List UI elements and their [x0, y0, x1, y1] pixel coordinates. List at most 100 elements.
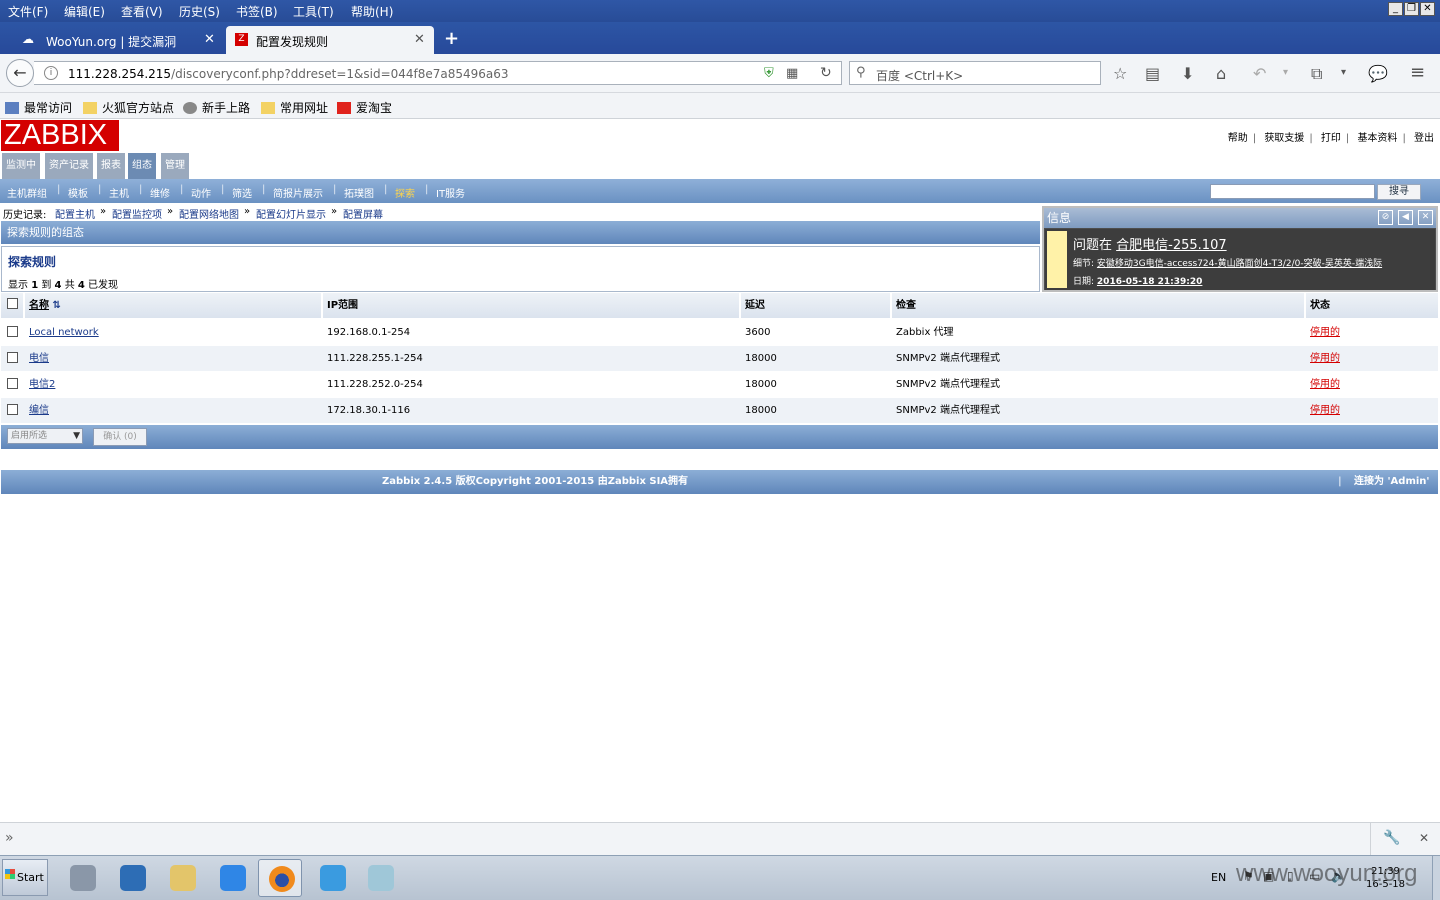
problem-host-link[interactable]: 合肥电信-255.107 — [1116, 238, 1226, 253]
submenu-hosts[interactable]: 主机 — [109, 185, 129, 200]
tab-discovery[interactable]: Z 配置发现规则 ✕ — [226, 26, 434, 54]
history-item[interactable]: 配置网络地图 — [179, 206, 239, 221]
submenu-host-groups[interactable]: 主机群组 — [7, 185, 47, 200]
problem-detail-link[interactable]: 安徽移动3G电信-access724-黄山路面创4-T3/2/0-突破-吴英英-… — [1097, 259, 1382, 269]
taskbar-app[interactable] — [210, 859, 254, 897]
close-tab-icon[interactable]: ✕ — [204, 32, 215, 47]
rule-name-link[interactable]: 电信2 — [29, 379, 55, 390]
new-tab-icon[interactable]: + — [444, 28, 459, 49]
address-bar[interactable]: i 111.228.254.215/discoveryconf.php?ddre… — [34, 61, 842, 85]
row-checkbox[interactable] — [7, 378, 18, 389]
taskbar-explorer[interactable] — [160, 859, 204, 897]
column-name[interactable]: 名称 ⇅ — [25, 293, 323, 318]
rule-name-link[interactable]: 编信 — [29, 405, 49, 416]
zabbix-search-input[interactable] — [1210, 184, 1375, 199]
zabbix-logo[interactable]: ZABBIX — [1, 120, 119, 151]
logout-link[interactable]: 登出 — [1414, 133, 1434, 144]
submenu-maintenance[interactable]: 维修 — [150, 185, 170, 200]
restore-button[interactable]: ❐ — [1404, 2, 1419, 16]
confirm-button[interactable]: 确认 (0) — [93, 428, 147, 446]
close-window-button[interactable]: ✕ — [1420, 2, 1435, 16]
status-link[interactable]: 停用的 — [1310, 353, 1340, 364]
crop-dropdown-icon[interactable]: ▾ — [1341, 67, 1346, 78]
close-icon[interactable]: ✕ — [1419, 831, 1429, 845]
undo-icon[interactable]: ↶ — [1253, 64, 1266, 83]
start-button[interactable]: Start — [2, 859, 48, 896]
zabbix-search-button[interactable]: 搜寻 — [1377, 184, 1421, 200]
row-checkbox[interactable] — [7, 404, 18, 415]
help-link[interactable]: 帮助 — [1228, 133, 1248, 144]
language-indicator[interactable]: EN — [1211, 871, 1226, 884]
row-checkbox[interactable] — [7, 352, 18, 363]
crop-icon[interactable]: ⧉ — [1311, 64, 1322, 84]
menu-hamburger-icon[interactable]: ≡ — [1410, 62, 1425, 83]
search-input[interactable]: ⚲ 百度 <Ctrl+K> — [849, 61, 1101, 85]
reload-icon[interactable]: ↻ — [820, 65, 832, 81]
submenu-templates[interactable]: 模板 — [68, 185, 88, 200]
tab-inventory[interactable]: 资产记录 — [45, 153, 93, 179]
history-item[interactable]: 配置主机 — [55, 206, 95, 221]
undo-dropdown-icon[interactable]: ▾ — [1283, 67, 1288, 78]
menu-view[interactable]: 查看(V) — [121, 3, 163, 20]
bookmark-getting-started[interactable]: 新手上路 — [183, 99, 250, 116]
menu-help[interactable]: 帮助(H) — [351, 3, 393, 20]
history-item[interactable]: 配置监控项 — [112, 206, 162, 221]
bookmark-most-visited[interactable]: 最常访问 — [5, 99, 72, 116]
qrcode-icon[interactable]: ▦ — [786, 66, 798, 81]
taskbar-wps[interactable] — [310, 859, 354, 897]
snooze-icon[interactable]: ⊘ — [1378, 210, 1393, 225]
bookmark-star-icon[interactable]: ☆ — [1113, 64, 1127, 83]
taskbar-powershell[interactable] — [110, 859, 154, 897]
tab-monitoring[interactable]: 监测中 — [2, 153, 40, 179]
submenu-filters[interactable]: 筛选 — [232, 185, 252, 200]
wrench-icon[interactable]: 🔧 — [1383, 830, 1400, 846]
status-link[interactable]: 停用的 — [1310, 405, 1340, 416]
tab-configuration[interactable]: 组态 — [128, 153, 156, 179]
menu-tools[interactable]: 工具(T) — [293, 3, 334, 20]
profile-link[interactable]: 基本资料 — [1357, 133, 1397, 144]
print-link[interactable]: 打印 — [1321, 133, 1341, 144]
shield-icon[interactable]: ⛨ — [764, 66, 774, 81]
problem-date-link[interactable]: 2016-05-18 21:39:20 — [1097, 277, 1202, 287]
status-link[interactable]: 停用的 — [1310, 327, 1340, 338]
back-button[interactable]: ← — [6, 59, 34, 87]
show-desktop-button[interactable] — [1432, 856, 1440, 900]
submenu-slides[interactable]: 简报片展示 — [273, 185, 323, 200]
history-item[interactable]: 配置幻灯片显示 — [256, 206, 326, 221]
submenu-actions[interactable]: 动作 — [191, 185, 211, 200]
minimize-button[interactable]: _ — [1388, 2, 1403, 16]
chat-icon[interactable]: 💬 — [1368, 64, 1388, 83]
tab-wooyun[interactable]: ☁ WooYun.org | 提交漏洞 ✕ — [16, 26, 224, 54]
taskbar-server-manager[interactable] — [60, 859, 104, 897]
bookmark-firefox-site[interactable]: 火狐官方站点 — [83, 99, 174, 116]
rule-name-link[interactable]: 电信 — [29, 353, 49, 364]
close-icon[interactable]: ✕ — [1418, 210, 1433, 225]
home-icon[interactable]: ⌂ — [1216, 64, 1226, 83]
status-link[interactable]: 停用的 — [1310, 379, 1340, 390]
submenu-maps[interactable]: 拓璞图 — [344, 185, 374, 200]
history-item[interactable]: 配置屏幕 — [343, 206, 383, 221]
tab-administration[interactable]: 管理 — [161, 153, 189, 179]
tab-reports[interactable]: 报表 — [97, 153, 125, 179]
rule-name-link[interactable]: Local network — [29, 327, 99, 338]
download-icon[interactable]: ⬇ — [1181, 64, 1194, 83]
submenu-it-services[interactable]: IT服务 — [436, 185, 465, 200]
get-support-link[interactable]: 获取支援 — [1264, 133, 1304, 144]
taskbar-firefox[interactable] — [258, 859, 302, 897]
menu-edit[interactable]: 编辑(E) — [64, 3, 105, 20]
menu-file[interactable]: 文件(F) — [8, 3, 48, 20]
menu-bookmarks[interactable]: 书签(B) — [236, 3, 278, 20]
mass-action-select[interactable]: 启用所选 ▼ — [7, 428, 83, 444]
submenu-discovery[interactable]: 探索 — [395, 185, 415, 200]
reading-list-icon[interactable]: ▤ — [1145, 64, 1160, 83]
menu-history[interactable]: 历史(S) — [179, 3, 220, 20]
info-icon[interactable]: i — [44, 66, 58, 80]
taskbar-notepad[interactable] — [358, 859, 402, 897]
expand-icon[interactable]: » — [5, 830, 14, 846]
bookmark-aitaobao[interactable]: 爱淘宝 — [337, 99, 392, 116]
bookmark-common-sites[interactable]: 常用网址 — [261, 99, 328, 116]
close-tab-icon[interactable]: ✕ — [414, 32, 425, 47]
select-all-checkbox[interactable] — [7, 298, 18, 309]
mute-icon[interactable]: ◀ — [1398, 210, 1413, 225]
row-checkbox[interactable] — [7, 326, 18, 337]
